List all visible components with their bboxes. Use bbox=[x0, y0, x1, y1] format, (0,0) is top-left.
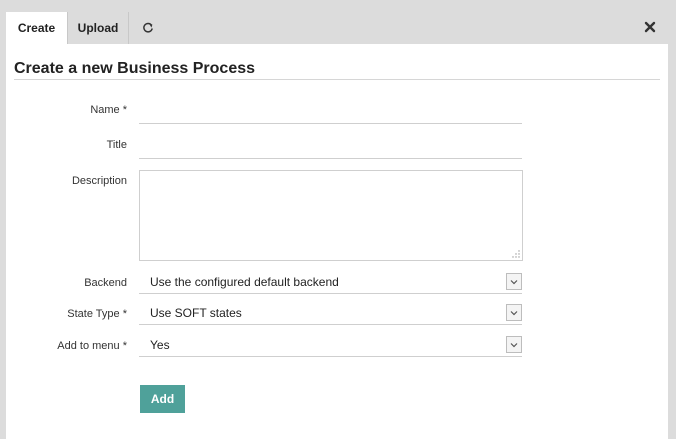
chevron-down-icon bbox=[510, 279, 518, 284]
page-title: Create a new Business Process bbox=[14, 60, 256, 77]
state-type-value: Use SOFT states bbox=[150, 306, 242, 320]
tab-create[interactable]: Create bbox=[6, 12, 67, 44]
refresh-icon bbox=[142, 22, 153, 33]
state-type-dropdown[interactable] bbox=[506, 304, 522, 321]
close-icon bbox=[644, 21, 656, 33]
tab-create-label: Create bbox=[17, 21, 56, 35]
close-button[interactable] bbox=[644, 20, 656, 33]
chevron-down-icon bbox=[510, 342, 518, 347]
add-to-menu-dropdown[interactable] bbox=[506, 336, 522, 353]
chevron-down-icon bbox=[510, 310, 518, 315]
tab-bar: Create Upload bbox=[0, 0, 676, 44]
add-to-menu-label: Add to menu * bbox=[57, 340, 127, 352]
state-type-label: State Type * bbox=[67, 308, 127, 320]
state-type-select[interactable]: Use SOFT states bbox=[139, 303, 522, 325]
title-input[interactable] bbox=[139, 135, 522, 159]
name-label: Name * bbox=[90, 104, 127, 116]
backend-label: Backend bbox=[84, 277, 127, 289]
refresh-button[interactable] bbox=[128, 12, 166, 44]
title-divider bbox=[14, 79, 660, 80]
description-label: Description bbox=[71, 175, 127, 187]
add-to-menu-select[interactable]: Yes bbox=[139, 335, 522, 357]
name-input[interactable] bbox=[139, 100, 522, 124]
create-panel: Create a new Business Process Name * Tit… bbox=[6, 44, 668, 439]
tab-upload[interactable]: Upload bbox=[67, 12, 128, 44]
add-button[interactable]: Add bbox=[140, 385, 185, 413]
tab-upload-label: Upload bbox=[77, 21, 119, 35]
backend-select[interactable]: Use the configured default backend bbox=[139, 272, 522, 294]
backend-dropdown[interactable] bbox=[506, 273, 522, 290]
add-to-menu-value: Yes bbox=[150, 338, 170, 352]
backend-value: Use the configured default backend bbox=[150, 275, 339, 289]
description-textarea[interactable] bbox=[139, 170, 523, 261]
resize-grip-icon[interactable] bbox=[512, 250, 520, 258]
title-label: Title bbox=[106, 139, 127, 151]
